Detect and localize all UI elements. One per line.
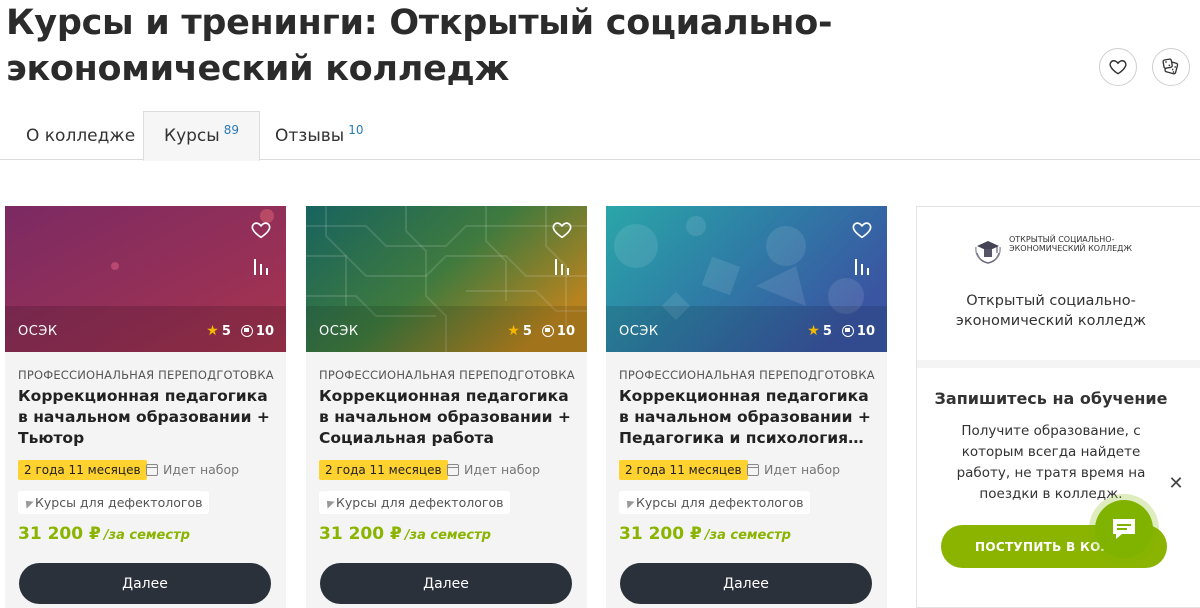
tab-reviews[interactable]: Отзывы 10 — [255, 111, 383, 160]
comment-icon — [240, 325, 253, 337]
review-count: 10 — [556, 323, 575, 339]
duration-badge: 2 года 11 месяцев — [18, 460, 147, 480]
course-card[interactable]: ОСЭК ★ 5 10 ПРОФЕССИОНАЛЬНАЯ ПЕРЕПОДГОТО… — [606, 206, 887, 608]
tag-label: Курсы для дефектологов — [336, 495, 504, 510]
org-abbrev: ОСЭК — [619, 324, 659, 339]
tab-about[interactable]: О колледже — [6, 111, 155, 160]
price-value: 31 200 ₽ — [619, 524, 702, 544]
tab-label: Отзывы — [275, 125, 345, 146]
tag-icon — [623, 496, 635, 509]
enrollment-status: Идет набор — [447, 462, 540, 477]
favorite-button[interactable] — [1099, 48, 1137, 86]
status-text: Идет набор — [464, 462, 541, 477]
rating-value: 5 — [522, 323, 532, 339]
star-icon: ★ — [807, 323, 820, 339]
tag-label: Курсы для дефектологов — [35, 495, 203, 510]
course-type: ПРОФЕССИОНАЛЬНАЯ ПЕРЕПОДГОТОВКА — [18, 368, 274, 382]
course-rating: ★ 5 10 — [807, 323, 875, 339]
calendar-icon — [146, 463, 158, 476]
category-tag[interactable]: Курсы для дефектологов — [319, 491, 511, 514]
college-sidebar: Открытый социально-экономический колледж… — [916, 206, 1200, 608]
course-price: 31 200 ₽/за семестр — [18, 524, 190, 544]
course-card[interactable]: ОСЭК ★ 5 10 ПРОФЕССИОНАЛЬНАЯ ПЕРЕПОДГОТО… — [5, 206, 286, 608]
heart-icon[interactable] — [851, 219, 873, 241]
tab-label: О колледже — [26, 125, 136, 146]
course-image[interactable]: ОСЭК ★ 5 10 — [306, 206, 587, 352]
course-title[interactable]: Коррекционная педагогика в начальном обр… — [619, 386, 881, 449]
heart-icon[interactable] — [551, 219, 573, 241]
status-text: Идет набор — [163, 462, 240, 477]
cta-title: Запишитесь на обучение — [934, 389, 1168, 408]
star-icon: ★ — [206, 323, 219, 339]
course-title[interactable]: Коррекционная педагогика в начальном обр… — [18, 386, 280, 449]
price-period: /за семестр — [103, 528, 190, 543]
course-title[interactable]: Коррекционная педагогика в начальном обр… — [319, 386, 581, 449]
price-period: /за семестр — [404, 528, 491, 543]
chat-icon — [1113, 519, 1135, 539]
comment-icon — [541, 325, 554, 337]
heart-icon — [1109, 60, 1127, 75]
course-rating: ★ 5 10 — [206, 323, 274, 339]
tab-label: Курсы — [164, 126, 220, 146]
college-logo[interactable]: Открытый социально-экономический колледж — [973, 235, 1139, 265]
enrollment-status: Идет набор — [747, 462, 840, 477]
review-count: 10 — [856, 323, 875, 339]
duration-badge: 2 года 11 месяцев — [619, 460, 748, 480]
chat-button[interactable] — [1095, 500, 1153, 558]
close-icon[interactable]: ✕ — [1166, 474, 1186, 494]
tag-icon — [323, 496, 335, 509]
bar-chart-icon[interactable] — [251, 257, 271, 277]
course-card[interactable]: ОСЭК ★ 5 10 ПРОФЕССИОНАЛЬНАЯ ПЕРЕПОДГОТО… — [306, 206, 587, 608]
price-period: /за семестр — [704, 528, 791, 543]
rating-value: 5 — [221, 323, 231, 339]
tab-bar: О колледже Курсы 89 Отзывы 10 — [0, 111, 1200, 161]
star-icon: ★ — [507, 323, 520, 339]
rating-value: 5 — [822, 323, 832, 339]
more-button[interactable]: Далее — [19, 563, 271, 604]
divider — [917, 360, 1200, 368]
cta-text: Получите образование, с которым всегда н… — [956, 423, 1146, 502]
bar-chart-icon[interactable] — [852, 257, 872, 277]
duration-badge: 2 года 11 месяцев — [319, 460, 448, 480]
price-value: 31 200 ₽ — [18, 524, 101, 544]
course-price: 31 200 ₽/за семестр — [619, 524, 791, 544]
enrollment-status: Идет набор — [146, 462, 239, 477]
category-tag[interactable]: Курсы для дефектологов — [619, 491, 811, 514]
course-type: ПРОФЕССИОНАЛЬНАЯ ПЕРЕПОДГОТОВКА — [319, 368, 575, 382]
org-abbrev: ОСЭК — [18, 324, 58, 339]
more-button[interactable]: Далее — [620, 563, 872, 604]
org-abbrev: ОСЭК — [319, 324, 359, 339]
heart-icon[interactable] — [250, 219, 272, 241]
tag-label: Курсы для дефектологов — [636, 495, 804, 510]
page-title: Курсы и тренинги: Открытый социально-эко… — [6, 3, 833, 89]
course-price: 31 200 ₽/за семестр — [319, 524, 491, 544]
calendar-icon — [447, 463, 459, 476]
status-text: Идет набор — [764, 462, 841, 477]
bar-chart-icon[interactable] — [552, 257, 572, 277]
random-button[interactable] — [1152, 48, 1190, 86]
review-count: 10 — [255, 323, 274, 339]
course-image[interactable]: ОСЭК ★ 5 10 — [606, 206, 887, 352]
logo-text: Открытый социально-экономический колледж — [1009, 235, 1133, 253]
course-type: ПРОФЕССИОНАЛЬНАЯ ПЕРЕПОДГОТОВКА — [619, 368, 875, 382]
tab-courses[interactable]: Курсы 89 — [143, 111, 260, 161]
price-value: 31 200 ₽ — [319, 524, 402, 544]
calendar-icon — [747, 463, 759, 476]
college-name[interactable]: Открытый социально-экономический колледж — [917, 291, 1185, 331]
dice-icon — [1162, 58, 1179, 75]
tab-count-badge: 89 — [223, 123, 239, 137]
tag-icon — [22, 496, 34, 509]
course-image[interactable]: ОСЭК ★ 5 10 — [5, 206, 286, 352]
tab-count-badge: 10 — [348, 122, 364, 137]
more-button[interactable]: Далее — [320, 563, 572, 604]
category-tag[interactable]: Курсы для дефектологов — [18, 491, 210, 514]
college-emblem-icon — [975, 241, 1001, 264]
course-rating: ★ 5 10 — [507, 323, 575, 339]
comment-icon — [841, 325, 854, 337]
